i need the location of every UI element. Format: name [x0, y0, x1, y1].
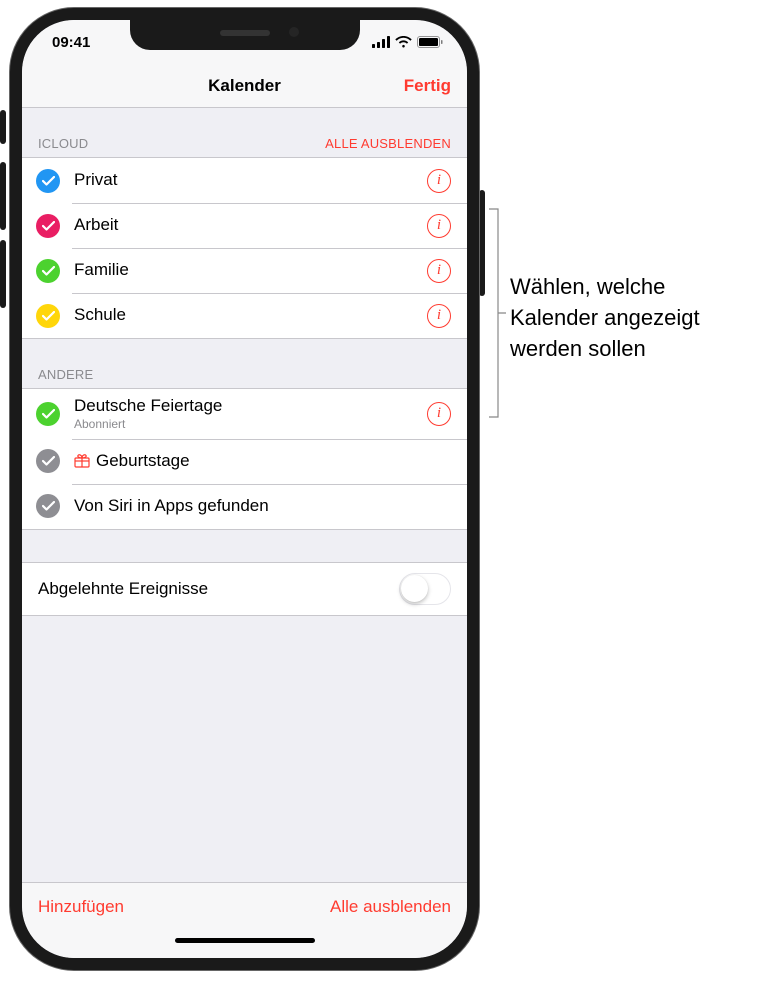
- volume-down-button: [0, 240, 6, 308]
- calendar-row[interactable]: Familiei: [22, 248, 467, 293]
- status-time: 09:41: [52, 34, 112, 51]
- toolbar: Hinzufügen Alle ausblenden: [22, 882, 467, 930]
- declined-events-label: Abgelehnte Ereignisse: [38, 579, 399, 599]
- declined-events-row: Abgelehnte Ereignisse: [22, 562, 467, 616]
- section-label-other: ANDERE: [38, 367, 93, 382]
- calendar-row[interactable]: Deutsche FeiertageAbonnierti: [22, 389, 467, 439]
- calendar-label: Privat: [74, 170, 427, 190]
- hide-all-button[interactable]: Alle ausblenden: [330, 897, 451, 917]
- calendar-row[interactable]: Geburtstage: [22, 439, 467, 484]
- section-header-other: ANDERE: [22, 339, 467, 388]
- checkmark-icon[interactable]: [36, 449, 60, 473]
- volume-up-button: [0, 162, 6, 230]
- checkmark-icon[interactable]: [36, 169, 60, 193]
- home-indicator-area: [22, 930, 467, 958]
- home-indicator[interactable]: [175, 938, 315, 943]
- battery-icon: [417, 36, 443, 48]
- section-label-icloud: ICLOUD: [38, 136, 88, 151]
- info-icon[interactable]: i: [427, 169, 451, 193]
- info-icon[interactable]: i: [427, 214, 451, 238]
- calendar-row[interactable]: Privati: [22, 158, 467, 203]
- calendar-label: Von Siri in Apps gefunden: [74, 496, 451, 516]
- gift-icon: [74, 453, 90, 468]
- calendar-label: Arbeit: [74, 215, 427, 235]
- checkmark-icon[interactable]: [36, 259, 60, 283]
- nav-bar: Kalender Fertig: [22, 64, 467, 108]
- calendar-sublabel: Abonniert: [74, 417, 427, 431]
- notch: [130, 20, 360, 50]
- power-button: [479, 190, 485, 296]
- other-list: Deutsche FeiertageAbonnierti Geburtstage V…: [22, 388, 467, 530]
- callout-bracket: [488, 208, 508, 418]
- callout-text: Wählen, welche Kalender angezeigt werden…: [510, 272, 730, 364]
- wifi-icon: [395, 36, 412, 48]
- info-icon[interactable]: i: [427, 304, 451, 328]
- content-scroll[interactable]: ICLOUD ALLE AUSBLENDEN PrivatiArbeitiFam…: [22, 108, 467, 882]
- declined-events-switch[interactable]: [399, 573, 451, 605]
- calendar-row[interactable]: Arbeiti: [22, 203, 467, 248]
- done-button[interactable]: Fertig: [404, 76, 451, 96]
- nav-title: Kalender: [208, 76, 281, 96]
- mute-switch: [0, 110, 6, 144]
- calendar-row[interactable]: Von Siri in Apps gefunden: [22, 484, 467, 529]
- calendar-row[interactable]: Schulei: [22, 293, 467, 338]
- info-icon[interactable]: i: [427, 259, 451, 283]
- checkmark-icon[interactable]: [36, 402, 60, 426]
- phone-frame: 09:41 Kalender Fertig ICLOUD ALLE AUSBLE…: [10, 8, 479, 970]
- calendar-label: Familie: [74, 260, 427, 280]
- checkmark-icon[interactable]: [36, 304, 60, 328]
- checkmark-icon[interactable]: [36, 214, 60, 238]
- hide-all-icloud-button[interactable]: ALLE AUSBLENDEN: [325, 136, 451, 151]
- calendar-label: Schule: [74, 305, 427, 325]
- checkmark-icon[interactable]: [36, 494, 60, 518]
- section-header-icloud: ICLOUD ALLE AUSBLENDEN: [22, 108, 467, 157]
- info-icon[interactable]: i: [427, 402, 451, 426]
- cellular-icon: [372, 36, 390, 48]
- icloud-list: PrivatiArbeitiFamilieiSchulei: [22, 157, 467, 339]
- add-calendar-button[interactable]: Hinzufügen: [38, 897, 124, 917]
- calendar-label: Geburtstage: [74, 451, 451, 471]
- calendar-label: Deutsche FeiertageAbonniert: [74, 396, 427, 432]
